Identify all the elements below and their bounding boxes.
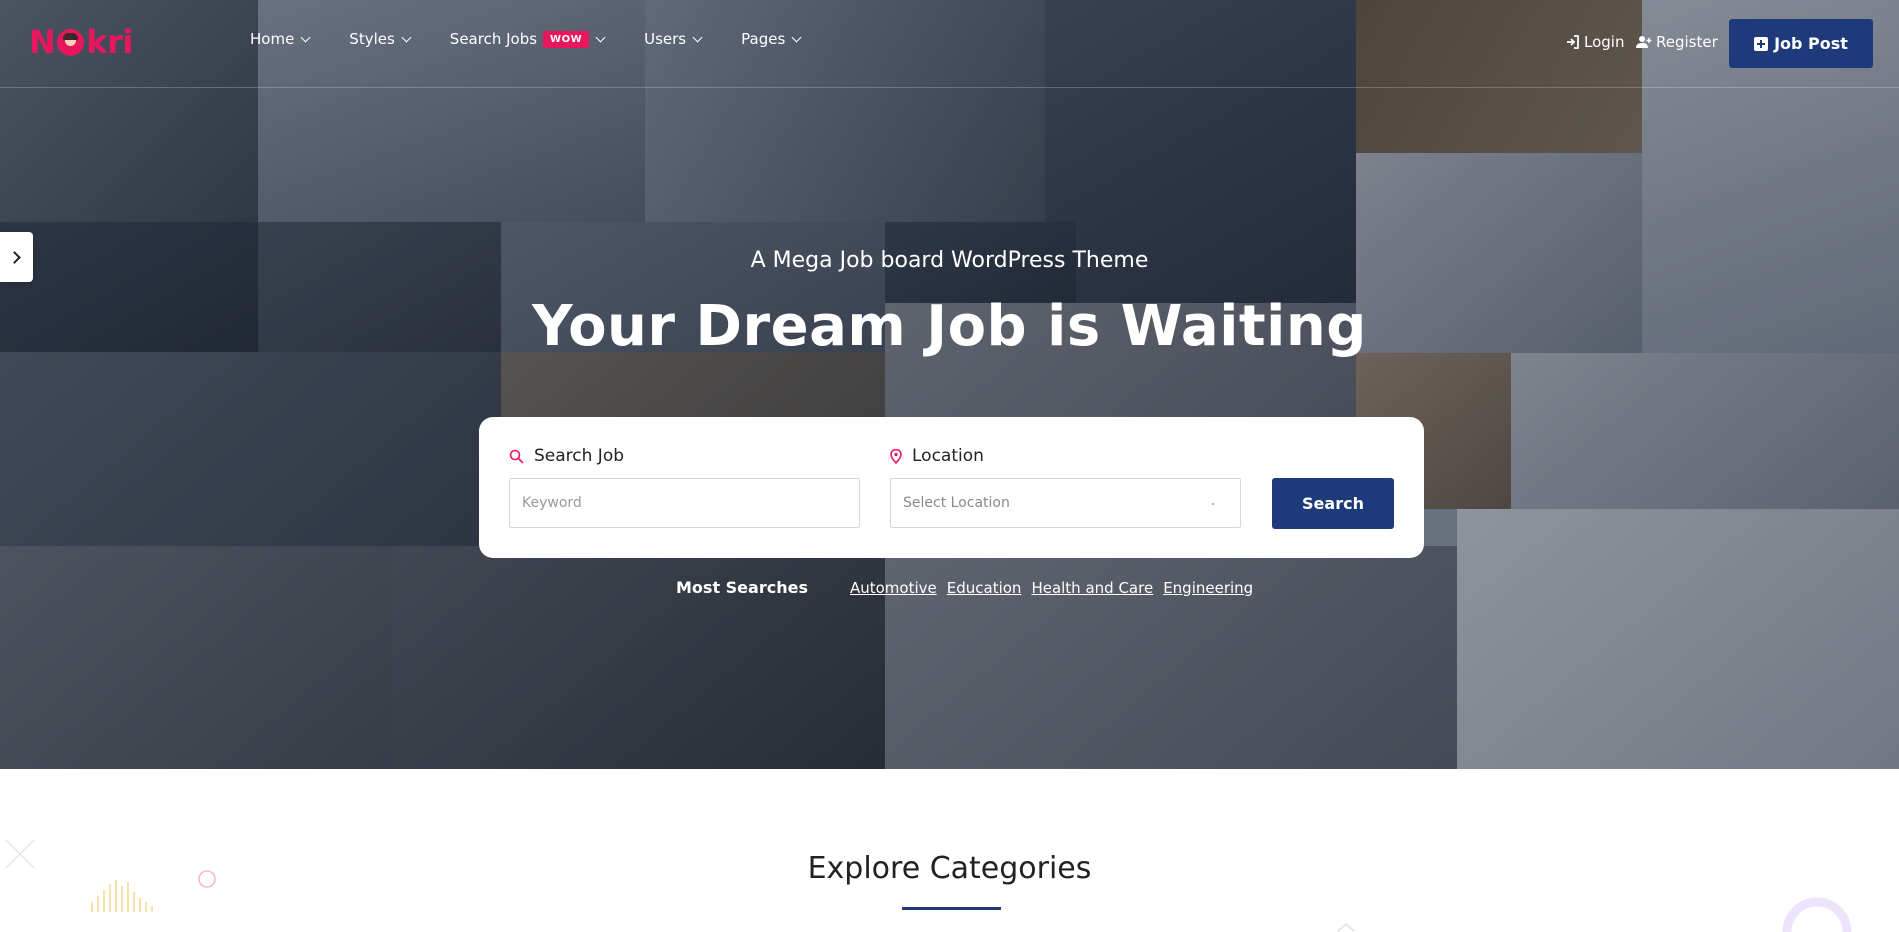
chevron-down-icon	[692, 32, 703, 42]
location-placeholder: Select Location	[903, 495, 1010, 511]
plus-square-icon	[1754, 36, 1769, 51]
search-button[interactable]: Search	[1272, 478, 1394, 529]
most-searches: Most Searches Automotive Education Healt…	[676, 578, 1263, 597]
main-nav: Home Styles Search Jobs WOW Users Pages	[250, 30, 840, 48]
login-label: Login	[1584, 33, 1625, 51]
decorative-ring-icon	[1782, 897, 1852, 932]
job-post-button[interactable]: Job Post	[1729, 19, 1873, 68]
nav-item-search-jobs[interactable]: Search Jobs WOW	[449, 30, 606, 48]
location-label: Location	[890, 446, 984, 466]
wow-badge: WOW	[543, 30, 590, 48]
nav-item-label: Styles	[349, 30, 395, 48]
nav-item-users[interactable]: Users	[644, 30, 703, 48]
location-text: Location	[912, 446, 984, 466]
keyword-input[interactable]	[509, 478, 860, 528]
heading-underline	[902, 907, 1001, 910]
sign-in-icon	[1567, 35, 1579, 49]
hero-subtitle: A Mega Job board WordPress Theme	[750, 248, 1149, 273]
job-post-label: Job Post	[1774, 34, 1848, 53]
chevron-down-icon	[595, 32, 606, 42]
login-link[interactable]: Login	[1566, 33, 1624, 51]
nav-item-label: Users	[644, 30, 687, 48]
most-search-link-education[interactable]: Education	[947, 579, 1022, 597]
most-search-link-health-and-care[interactable]: Health and Care	[1031, 579, 1153, 597]
side-panel-toggle[interactable]	[0, 232, 33, 282]
chevron-down-icon	[791, 32, 802, 42]
search-job-text: Search Job	[534, 446, 625, 466]
nav-item-pages[interactable]: Pages	[741, 30, 802, 48]
chevron-right-icon	[8, 250, 21, 264]
top-header: N kri Home Styles Search Jobs WOW Users	[0, 0, 1899, 88]
register-link[interactable]: Register	[1636, 33, 1718, 51]
most-search-link-automotive[interactable]: Automotive	[850, 579, 937, 597]
most-search-link-engineering[interactable]: Engineering	[1163, 579, 1253, 597]
register-label: Register	[1656, 33, 1718, 51]
user-plus-icon	[1636, 36, 1652, 48]
logo-letters-kri: kri	[86, 23, 133, 61]
nav-item-styles[interactable]: Styles	[349, 30, 412, 48]
decorative-chevron-icon	[1337, 923, 1355, 932]
hero-banner: N kri Home Styles Search Jobs WOW Users	[0, 0, 1899, 769]
logo-avatar-icon	[57, 28, 85, 56]
chevron-down-icon	[300, 32, 311, 42]
nokri-logo[interactable]: N kri	[29, 22, 133, 62]
nav-item-label: Search Jobs	[449, 30, 538, 48]
search-icon	[509, 449, 524, 464]
explore-categories-heading: Explore Categories	[807, 851, 1092, 886]
map-pin-icon	[890, 448, 902, 464]
chevron-down-icon	[401, 32, 412, 42]
logo-letter-n: N	[29, 23, 56, 61]
hero-title: Your Dream Job is Waiting	[532, 294, 1367, 359]
location-select[interactable]: Select Location	[890, 478, 1241, 528]
hero-overlay	[0, 0, 1899, 769]
nav-item-home[interactable]: Home	[250, 30, 311, 48]
search-job-label: Search Job	[509, 446, 624, 466]
nav-item-label: Home	[250, 30, 295, 48]
most-searches-label: Most Searches	[676, 578, 808, 597]
nav-item-label: Pages	[741, 30, 786, 48]
job-search-form: Search Job Location Select Location Sear…	[479, 417, 1424, 558]
dropdown-indicator-icon	[1212, 503, 1214, 505]
